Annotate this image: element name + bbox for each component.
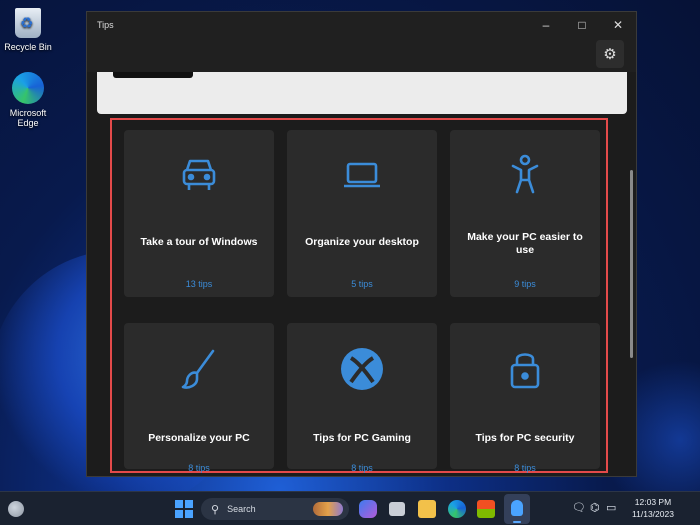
start-icon-tile	[175, 500, 183, 508]
minimize-button[interactable]: –	[528, 12, 564, 38]
tip-card-count: 9 tips	[514, 279, 536, 289]
desktop-icon-label: Microsoft Edge	[9, 108, 47, 128]
settings-button[interactable]: ⚙	[596, 40, 624, 68]
system-clock[interactable]: 12:03 PM 11/13/2023	[626, 496, 680, 520]
tip-card-count: 5 tips	[351, 279, 373, 289]
tip-card-personalize[interactable]: Personalize your PC 8 tips	[124, 323, 274, 473]
network-icon[interactable]: ⌬	[590, 501, 600, 514]
title-bar[interactable]: Tips – □ ✕	[87, 12, 636, 38]
clock-date: 11/13/2023	[632, 509, 674, 519]
banner-bar	[113, 72, 193, 78]
maximize-button[interactable]: □	[564, 12, 600, 38]
start-icon-tile	[185, 500, 193, 508]
tips-taskbar-button[interactable]	[504, 494, 530, 524]
tip-card-accessibility[interactable]: Make your PC easier to use 9 tips	[450, 130, 600, 297]
copilot-icon[interactable]	[359, 500, 377, 518]
search-icon: ⚲	[211, 503, 220, 516]
lock-icon	[450, 345, 600, 393]
battery-icon[interactable]: ▭	[606, 501, 616, 514]
lightbulb-icon	[511, 500, 523, 516]
xbox-icon	[287, 345, 437, 393]
car-icon	[124, 152, 274, 200]
desktop-icon-recycle-bin[interactable]: Recycle Bin	[0, 8, 56, 52]
tip-card-count: 8 tips	[514, 463, 536, 473]
task-view-icon[interactable]	[389, 502, 405, 516]
close-button[interactable]: ✕	[600, 12, 636, 38]
scrollbar[interactable]	[630, 170, 633, 358]
tip-card-title: Take a tour of Windows	[140, 236, 258, 248]
tip-card-title: Make your PC easier to use	[467, 231, 583, 256]
start-icon-tile	[175, 510, 183, 518]
taskbar-search[interactable]: ⚲ Search	[201, 498, 349, 520]
tip-card-tour[interactable]: Take a tour of Windows 13 tips	[124, 130, 274, 297]
edge-taskbar-icon[interactable]	[448, 500, 466, 518]
search-placeholder: Search	[227, 504, 256, 514]
file-explorer-icon[interactable]	[418, 500, 436, 518]
desktop-icon-edge[interactable]: Microsoft Edge	[0, 72, 56, 128]
start-icon-tile	[185, 510, 193, 518]
notification-icon[interactable]: 🗨	[572, 501, 586, 514]
clock-time: 12:03 PM	[634, 497, 672, 507]
paintbrush-icon	[124, 345, 274, 393]
edge-icon	[12, 72, 44, 104]
tip-card-gaming[interactable]: Tips for PC Gaming 8 tips	[287, 323, 437, 473]
laptop-icon	[287, 152, 437, 200]
accessibility-icon	[450, 152, 600, 200]
taskbar: ⚲ Search 🗨 ⌬ ▭ 12:03 PM 11/13/2023	[0, 491, 700, 525]
tip-card-organize[interactable]: Organize your desktop 5 tips	[287, 130, 437, 297]
gear-icon: ⚙	[603, 46, 617, 63]
tip-card-count: 8 tips	[188, 463, 210, 473]
desktop-icon-label: Recycle Bin	[4, 42, 52, 52]
tip-card-count: 13 tips	[185, 279, 213, 289]
start-button[interactable]	[175, 500, 193, 518]
tip-card-count: 8 tips	[351, 463, 373, 473]
weather-icon[interactable]	[8, 501, 24, 517]
header-row: ⚙	[87, 38, 636, 72]
search-highlight-graphic	[313, 502, 343, 516]
tip-card-security[interactable]: Tips for PC security 8 tips	[450, 323, 600, 473]
tip-card-title: Tips for PC security	[475, 432, 575, 444]
recycle-bin-icon	[15, 8, 41, 38]
tip-card-title: Personalize your PC	[148, 432, 250, 444]
store-icon[interactable]	[477, 500, 495, 518]
window-title: Tips	[97, 20, 114, 30]
hero-banner[interactable]	[97, 72, 627, 114]
tip-card-title: Organize your desktop	[305, 236, 419, 248]
tip-card-title: Tips for PC Gaming	[313, 432, 411, 444]
